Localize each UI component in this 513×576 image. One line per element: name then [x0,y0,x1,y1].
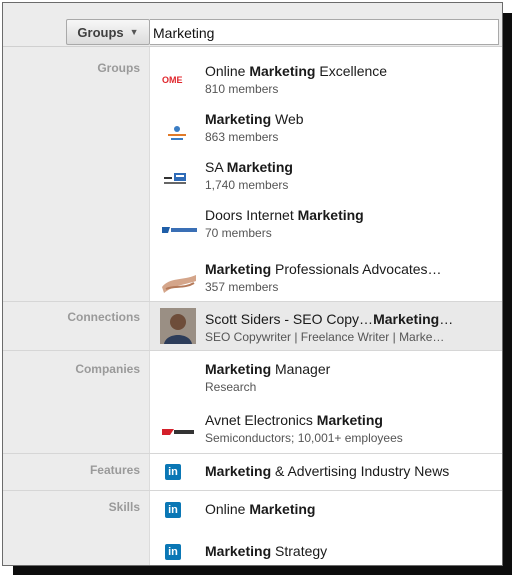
group-logo-image [160,165,194,199]
skill-item[interactable]: in Marketing Strategy [150,534,502,565]
company-title: Marketing Manager [205,361,331,377]
search-suggestions-panel: Groups ▼ Marketing Groups Connections Co… [2,2,503,566]
group-logo-image [160,117,194,151]
company-logo-avnet [160,418,194,452]
skill-item[interactable]: in Online Marketing [150,492,502,528]
connection-item[interactable]: Scott Siders - SEO Copy…Marketing… SEO C… [150,302,502,350]
group-title: Online Marketing Excellence [205,63,388,79]
group-members: 357 members [205,280,279,294]
skill-title: Marketing Strategy [205,543,328,559]
avatar [160,308,196,344]
search-bar: Groups ▼ Marketing [3,3,502,47]
linkedin-icon: in [165,464,181,480]
linkedin-icon: in [165,502,181,518]
group-members: 70 members [205,226,272,240]
search-scope-button[interactable]: Groups ▼ [66,19,150,45]
connection-headline: SEO Copywriter | Freelance Writer | Mark… [205,330,445,344]
group-item[interactable]: Marketing Web 863 members [150,111,502,151]
search-query: Marketing [153,25,215,41]
group-logo-image [160,213,197,247]
group-members: 810 members [205,82,279,96]
feature-title: Marketing & Advertising Industry News [205,463,450,479]
section-label-companies: Companies [75,362,140,376]
linkedin-icon: in [165,544,181,560]
group-title: Marketing Web [205,111,304,127]
company-item[interactable]: Marketing Manager Research [150,361,502,401]
section-labels-column [3,47,150,565]
section-label-skills: Skills [108,500,140,514]
skill-title: Online Marketing [205,501,316,517]
group-logo-ome: OME [162,75,183,85]
company-title: Avnet Electronics Marketing [205,412,383,428]
section-divider [3,350,502,351]
group-title: SA Marketing [205,159,293,175]
group-item[interactable]: Doors Internet Marketing 70 members [150,207,502,247]
group-title: Doors Internet Marketing [205,207,364,223]
section-label-features: Features [89,463,140,477]
group-item[interactable]: OME Online Marketing Excellence 810 memb… [150,63,502,103]
group-members: 1,740 members [205,178,289,192]
section-label-groups: Groups [97,61,140,75]
caret-down-icon: ▼ [129,27,139,37]
group-logo-image [160,267,196,301]
section-divider [3,490,502,491]
section-label-connections: Connections [67,310,140,324]
search-input[interactable]: Marketing [150,19,499,45]
group-item[interactable]: SA Marketing 1,740 members [150,159,502,199]
search-scope-label: Groups [77,24,124,40]
group-item[interactable]: Marketing Professionals Advocates… 357 m… [150,261,502,301]
connection-title: Scott Siders - SEO Copy…Marketing… [205,311,454,327]
company-industry: Semiconductors; 10,001+ employees [205,431,403,445]
feature-item[interactable]: in Marketing & Advertising Industry News [150,454,502,490]
company-item[interactable]: Avnet Electronics Marketing Semiconducto… [150,412,502,452]
group-title: Marketing Professionals Advocates… [205,261,442,277]
group-members: 863 members [205,130,279,144]
company-industry: Research [205,380,257,394]
